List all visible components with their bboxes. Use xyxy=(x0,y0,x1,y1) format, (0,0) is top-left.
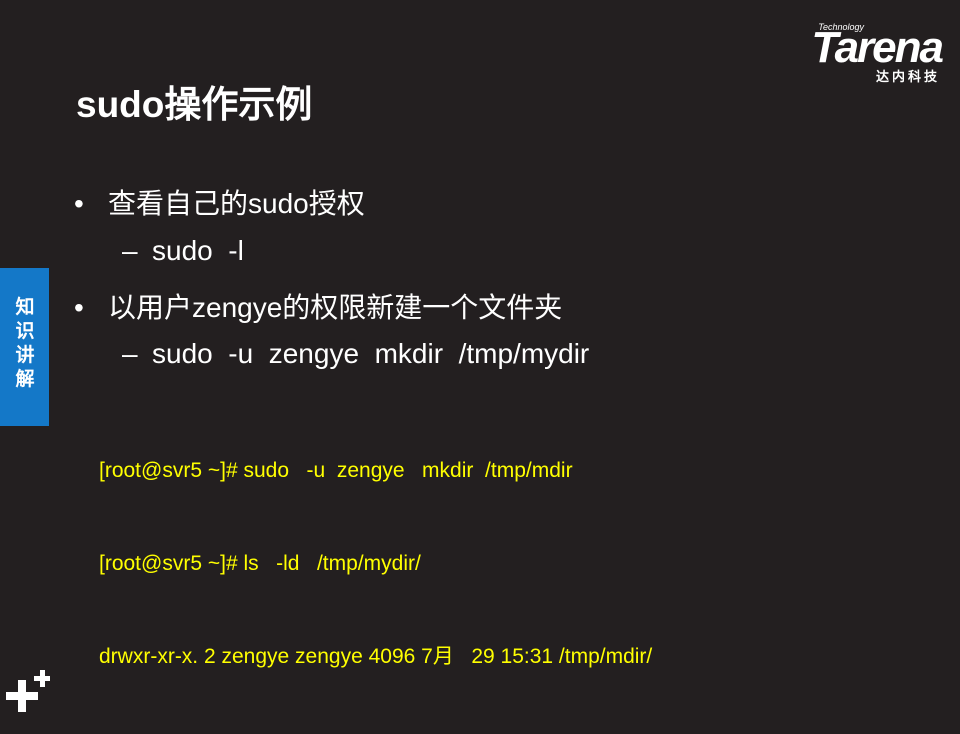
dash-marker: – xyxy=(122,235,138,266)
logo-brand-text: Tarena xyxy=(811,23,944,72)
terminal-output: [root@svr5 ~]# sudo -u zengye mkdir /tmp… xyxy=(99,393,652,734)
dash-marker: – xyxy=(122,338,138,369)
bullet-item-1: • 查看自己的sudo授权 xyxy=(74,182,365,222)
slide-title: sudo操作示例 xyxy=(76,84,313,125)
plus-icon xyxy=(6,668,54,714)
terminal-line: drwxr-xr-x. 2 zengye zengye 4096 7月 29 1… xyxy=(99,645,653,668)
side-tab-label: 知识讲解 xyxy=(15,297,35,390)
terminal-line: [root@svr5 ~]# ls -ld /tmp/mydir/ xyxy=(99,552,421,575)
sub-bullet-text: sudo -l xyxy=(152,235,244,266)
bullet-text: 以用户zengye的权限新建一个文件夹 xyxy=(108,292,563,323)
slide: Technology Tarena 达内科技 sudo操作示例 • 查看自己的su… xyxy=(0,0,960,720)
bullet-text: 查看自己的sudo授权 xyxy=(108,188,365,219)
logo-chinese-text: 达内科技 xyxy=(875,69,940,84)
sub-bullet-item-1: – sudo -l xyxy=(122,235,244,267)
side-tab-knowledge: 知识讲解 xyxy=(0,268,49,426)
bullet-marker: • xyxy=(74,292,84,323)
bullet-item-2: • 以用户zengye的权限新建一个文件夹 xyxy=(74,286,562,326)
sub-bullet-text: sudo -u zengye mkdir /tmp/mydir xyxy=(152,338,590,369)
tarena-logo: Technology Tarena 达内科技 xyxy=(772,22,944,84)
bullet-marker: • xyxy=(74,188,84,219)
terminal-line: [root@svr5 ~]# sudo -u zengye mkdir /tmp… xyxy=(99,459,573,482)
sub-bullet-item-2: – sudo -u zengye mkdir /tmp/mydir xyxy=(122,338,589,370)
